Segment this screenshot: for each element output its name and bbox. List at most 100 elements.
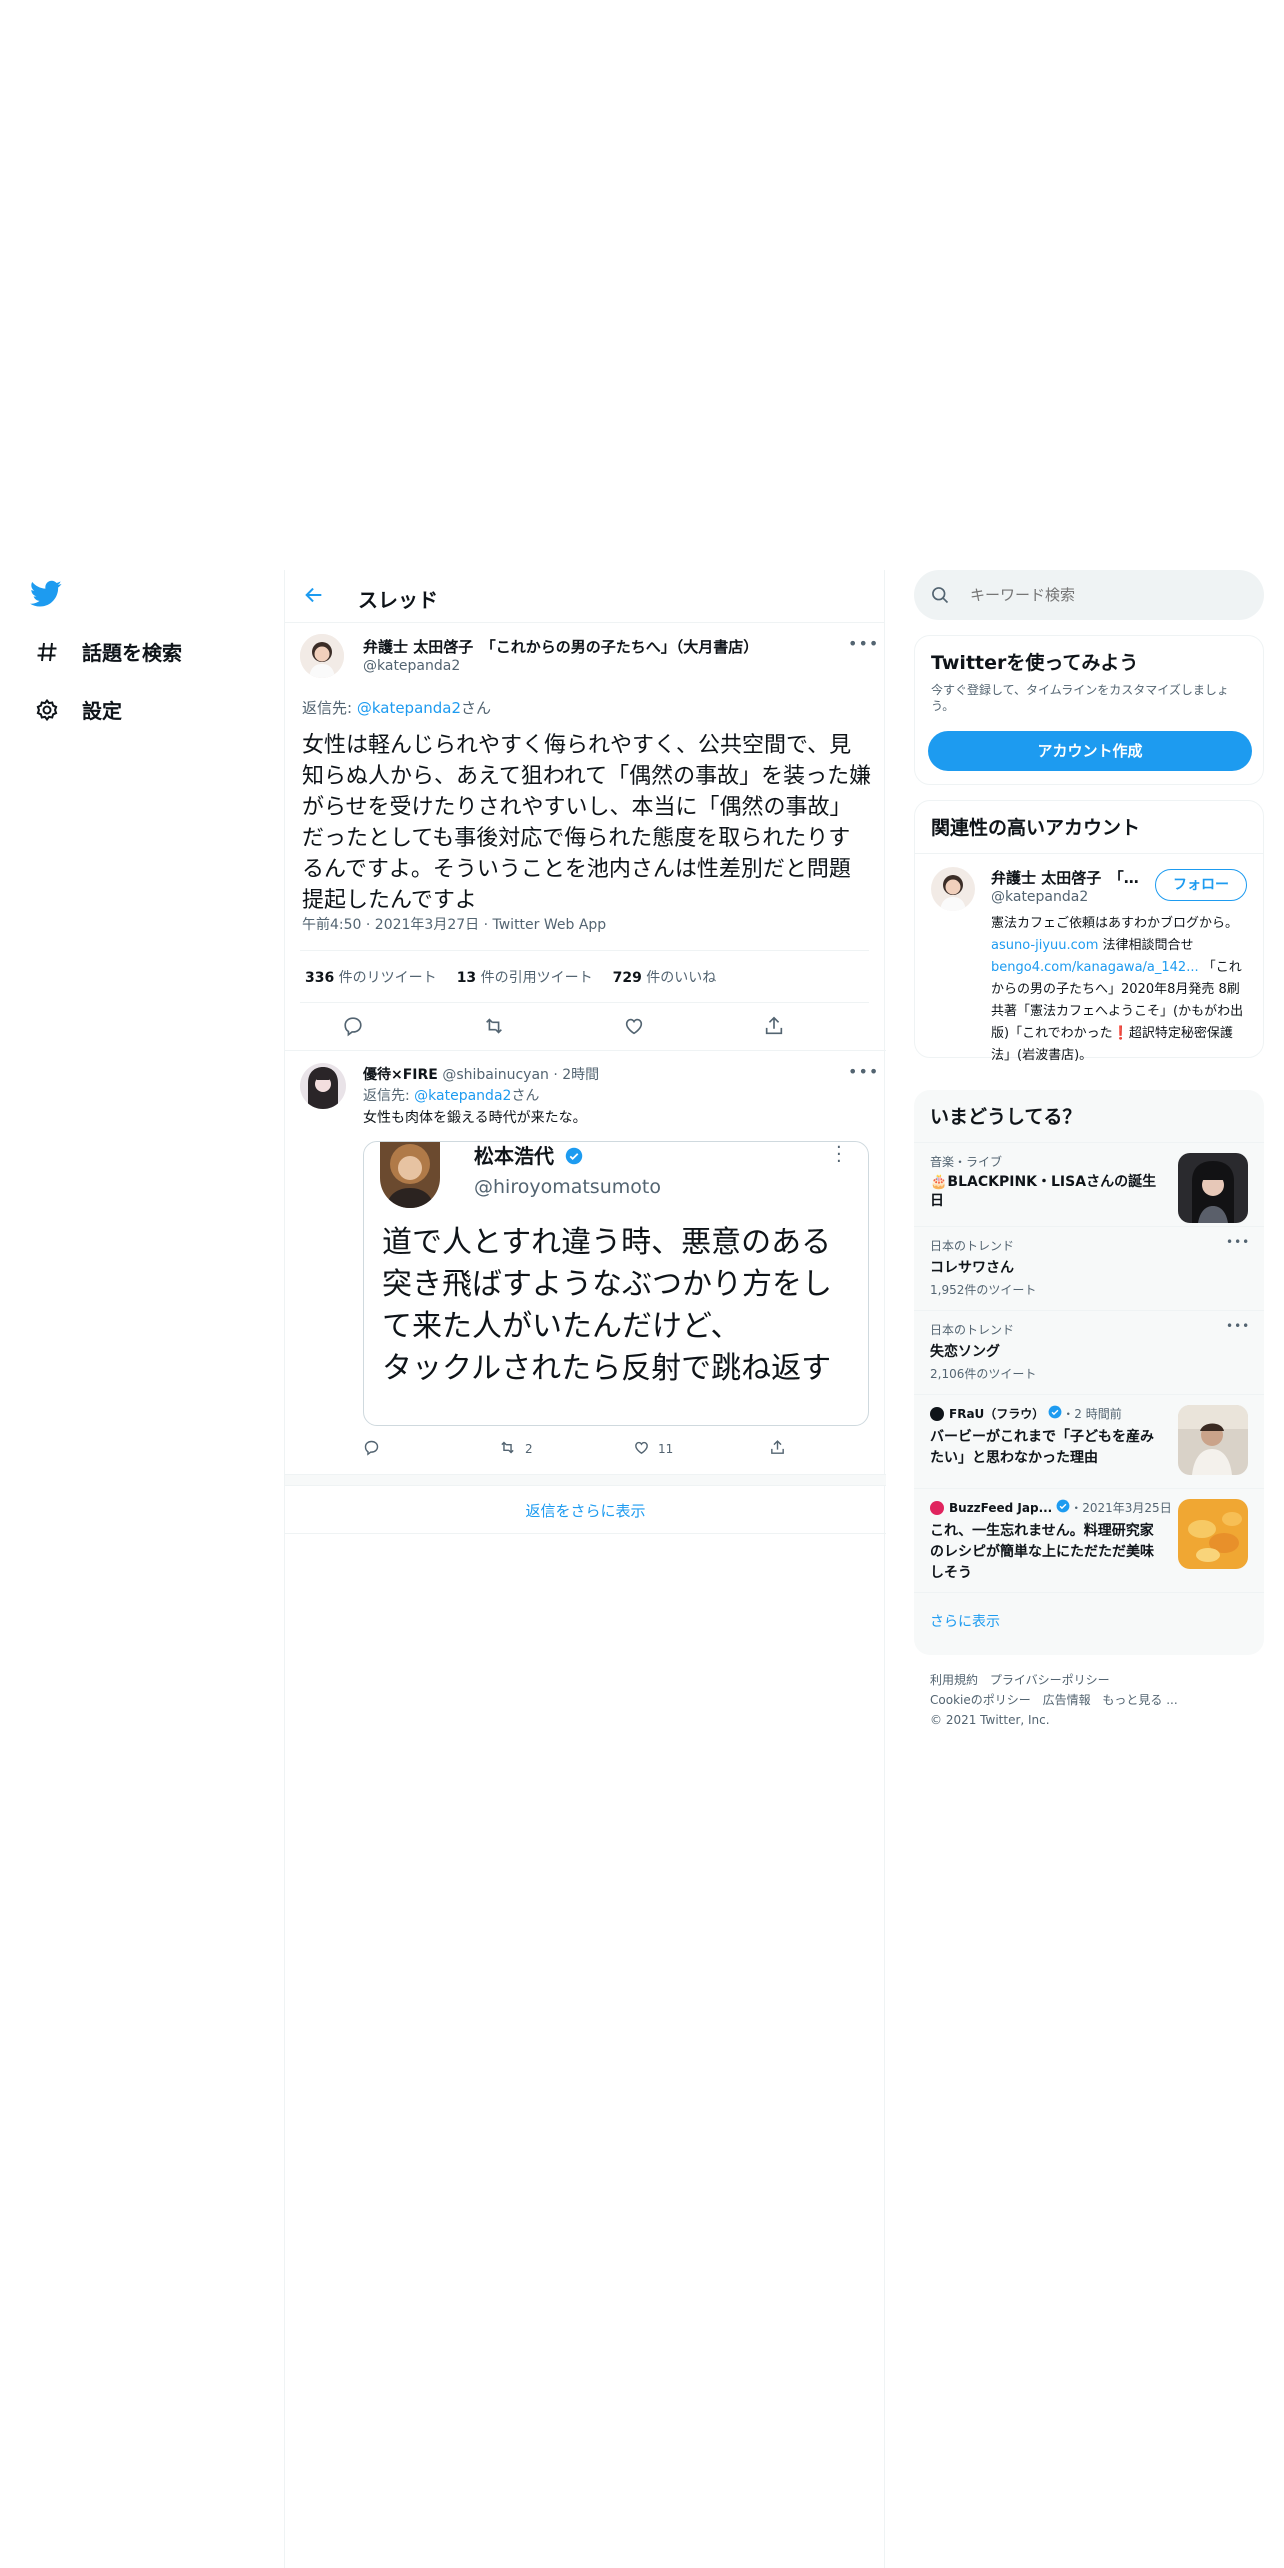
retweet-count: 336 xyxy=(305,970,335,986)
nav-explore[interactable]: 話題を検索 xyxy=(34,637,182,666)
section-gap xyxy=(285,1474,886,1486)
trends-title: いまどうしてる？ xyxy=(930,1106,1082,1128)
trend-name: 🎂BLACKPINK・LISAさんの誕生日 xyxy=(930,1174,1157,1209)
footer-cookie-link[interactable]: Cookieのポリシー xyxy=(930,1693,1031,1707)
more-icon[interactable]: ••• xyxy=(848,634,879,653)
bio-link[interactable]: asuno-jiyuu.com xyxy=(991,938,1098,953)
trend-category: 日本のトレンド xyxy=(930,1239,1015,1253)
reply-author-line: 優待×FIRE @shibainucyan · 2時間 xyxy=(363,1064,599,1084)
relevant-bio: 憲法カフェご依頼はあすわかブログから。 asuno-jiyuu.com 法律相談問… xyxy=(991,913,1251,1067)
trend-item[interactable]: BuzzFeed Jap... ・2021年3月25日 これ、一生忘れません。料… xyxy=(914,1488,1264,1592)
relevant-accounts-card: 関連性の高いアカウント 弁護士 太田啓子 「… @katepanda2 フォロー… xyxy=(914,800,1264,1063)
embed-name: 松本浩代 xyxy=(474,1142,583,1170)
retweet-button[interactable]: 2 xyxy=(498,1439,533,1459)
more-icon[interactable]: ••• xyxy=(1226,1319,1250,1333)
embedded-image[interactable]: 松本浩代 @hiroyomatsumoto · · · 道で人とすれ違う時、悪意のあ… xyxy=(363,1141,869,1426)
back-arrow-icon[interactable] xyxy=(303,584,327,608)
trend-image xyxy=(1178,1499,1248,1569)
trend-source-line: FRaU（フラウ） ・2 時間前 xyxy=(930,1405,1122,1422)
reply-actions: 2 11 xyxy=(363,1439,869,1459)
divider xyxy=(300,1002,869,1003)
embed-name-text: 松本浩代 xyxy=(474,1144,554,1168)
retweet-count: 2 xyxy=(525,1442,533,1456)
bio-link[interactable]: bengo4.com/kanagawa/a_142... xyxy=(991,960,1199,975)
reply-suffix: さん xyxy=(461,699,492,717)
trend-source: BuzzFeed Jap... xyxy=(949,1500,1053,1515)
trend-category: 音楽・ライブ xyxy=(930,1155,1003,1169)
more-icon[interactable]: ••• xyxy=(848,1062,879,1081)
trend-category: 日本のトレンド xyxy=(930,1323,1015,1337)
nav-settings[interactable]: 設定 xyxy=(34,695,122,724)
reply-to-link[interactable]: @katepanda2 xyxy=(357,699,461,717)
like-stat[interactable]: 729 件のいいね xyxy=(613,967,717,987)
tweet-actions xyxy=(285,1015,886,1045)
show-more-replies-link[interactable]: 返信をさらに表示 xyxy=(285,1500,886,1521)
author-name[interactable]: 弁護士 太田啓子 「これからの男の子たちへ」（大月書店） xyxy=(363,636,758,657)
like-icon[interactable] xyxy=(623,1015,645,1041)
relevant-handle[interactable]: @katepanda2 xyxy=(991,889,1088,905)
embed-line: 道で人とすれ違う時、悪意のある xyxy=(382,1225,832,1260)
reply-to-line: 返信先: @katepanda2さん xyxy=(302,697,491,718)
share-icon[interactable] xyxy=(763,1015,785,1041)
verified-icon xyxy=(565,1146,583,1170)
page-title: スレッド xyxy=(358,588,438,612)
avatar[interactable] xyxy=(300,1063,346,1109)
reply-to-line: 返信先: @katepanda2さん xyxy=(363,1085,539,1105)
reply-text: 女性も肉体を鍛える時代が来たな。 xyxy=(363,1110,587,1126)
retweet-icon xyxy=(498,1439,517,1459)
verified-icon xyxy=(1048,1405,1062,1422)
quote-count: 13 xyxy=(456,970,477,986)
retweet-icon[interactable] xyxy=(482,1015,506,1041)
twitter-logo-icon[interactable] xyxy=(30,580,62,612)
reply-author-name[interactable]: 優待×FIRE xyxy=(363,1067,438,1083)
trend-item[interactable]: 日本のトレンド コレサワさん 1,952件のツイート ••• xyxy=(914,1226,1264,1310)
trend-source-line: BuzzFeed Jap... ・2021年3月25日 xyxy=(930,1499,1172,1516)
bio-text: 法律相談問合せ xyxy=(1098,938,1194,953)
avatar[interactable] xyxy=(300,634,344,678)
footer-more-link[interactable]: もっと見る ... xyxy=(1102,1693,1177,1707)
tweet-text: 女性は軽んじられやすく侮られやすく、公共空間で、見知らぬ人から、あえて狙われて「… xyxy=(302,733,872,913)
divider xyxy=(285,1533,886,1534)
search-input[interactable] xyxy=(970,583,1240,607)
follow-button[interactable]: フォロー xyxy=(1155,869,1247,901)
footer-privacy-link[interactable]: プライバシーポリシー xyxy=(990,1673,1110,1687)
footer-terms-link[interactable]: 利用規約 xyxy=(930,1673,978,1687)
relevant-name[interactable]: 弁護士 太田啓子 「… xyxy=(991,867,1141,888)
reply-prefix: 返信先: xyxy=(302,699,357,717)
share-icon[interactable] xyxy=(769,1439,786,1459)
trend-item[interactable]: 日本のトレンド 失恋ソング 2,106件のツイート ••• xyxy=(914,1310,1264,1394)
show-more-trends-link[interactable]: さらに表示 xyxy=(930,1611,1000,1631)
reply-author-handle[interactable]: @shibainucyan · 2時間 xyxy=(442,1067,599,1083)
create-account-button[interactable]: アカウント作成 xyxy=(928,731,1252,771)
gear-icon xyxy=(34,697,60,723)
reply-to-link[interactable]: @katepanda2 xyxy=(414,1088,511,1104)
signup-desc: 今すぐ登録して、タイムラインをカスタマイズしましょう。 xyxy=(931,683,1229,713)
like-button[interactable]: 11 xyxy=(633,1439,673,1459)
like-label: 件のいいね xyxy=(641,970,717,986)
signup-card: Twitterを使ってみよう 今すぐ登録して、タイムラインをカスタマイズしましょ… xyxy=(914,635,1264,785)
trend-name: 失恋ソング xyxy=(930,1344,1000,1360)
nav-settings-label: 設定 xyxy=(82,699,122,723)
reply-icon[interactable] xyxy=(363,1439,380,1459)
embed-avatar xyxy=(380,1142,440,1208)
signup-title: Twitterを使ってみよう xyxy=(931,652,1139,674)
tweet-meta[interactable]: 午前4:50 · 2021年3月27日 · Twitter Web App xyxy=(302,914,606,934)
hashtag-icon xyxy=(34,639,60,665)
trend-item[interactable]: 音楽・ライブ 🎂BLACKPINK・LISAさんの誕生日 xyxy=(914,1142,1264,1226)
bio-text: 憲法カフェご依頼はあすわかブログから。 xyxy=(991,916,1239,931)
author-handle[interactable]: @katepanda2 xyxy=(363,658,460,674)
footer-ads-link[interactable]: 広告情報 xyxy=(1043,1693,1091,1707)
trend-time: ・2021年3月25日 xyxy=(1070,1501,1172,1515)
avatar[interactable] xyxy=(931,867,975,911)
more-icon[interactable]: ••• xyxy=(1226,1235,1250,1249)
trend-count: 1,952件のツイート xyxy=(930,1283,1037,1297)
reply-icon[interactable] xyxy=(342,1015,364,1041)
search-box[interactable] xyxy=(914,570,1264,620)
retweet-label: 件のリツイート xyxy=(334,970,437,986)
trend-item[interactable]: FRaU（フラウ） ・2 時間前 バービーがこれまで「子どもを産みたい」と思わな… xyxy=(914,1394,1264,1488)
trend-name: これ、一生忘れません。料理研究家のレシピが簡単な上にただただ美味しそう xyxy=(930,1523,1154,1581)
quote-stat[interactable]: 13 件の引用ツイート xyxy=(457,967,593,987)
trend-name: バービーがこれまで「子どもを産みたい」と思わなかった理由 xyxy=(930,1429,1154,1466)
footer-copyright: © 2021 Twitter, Inc. xyxy=(930,1713,1050,1727)
retweet-stat[interactable]: 336 件のリツイート xyxy=(305,967,437,987)
